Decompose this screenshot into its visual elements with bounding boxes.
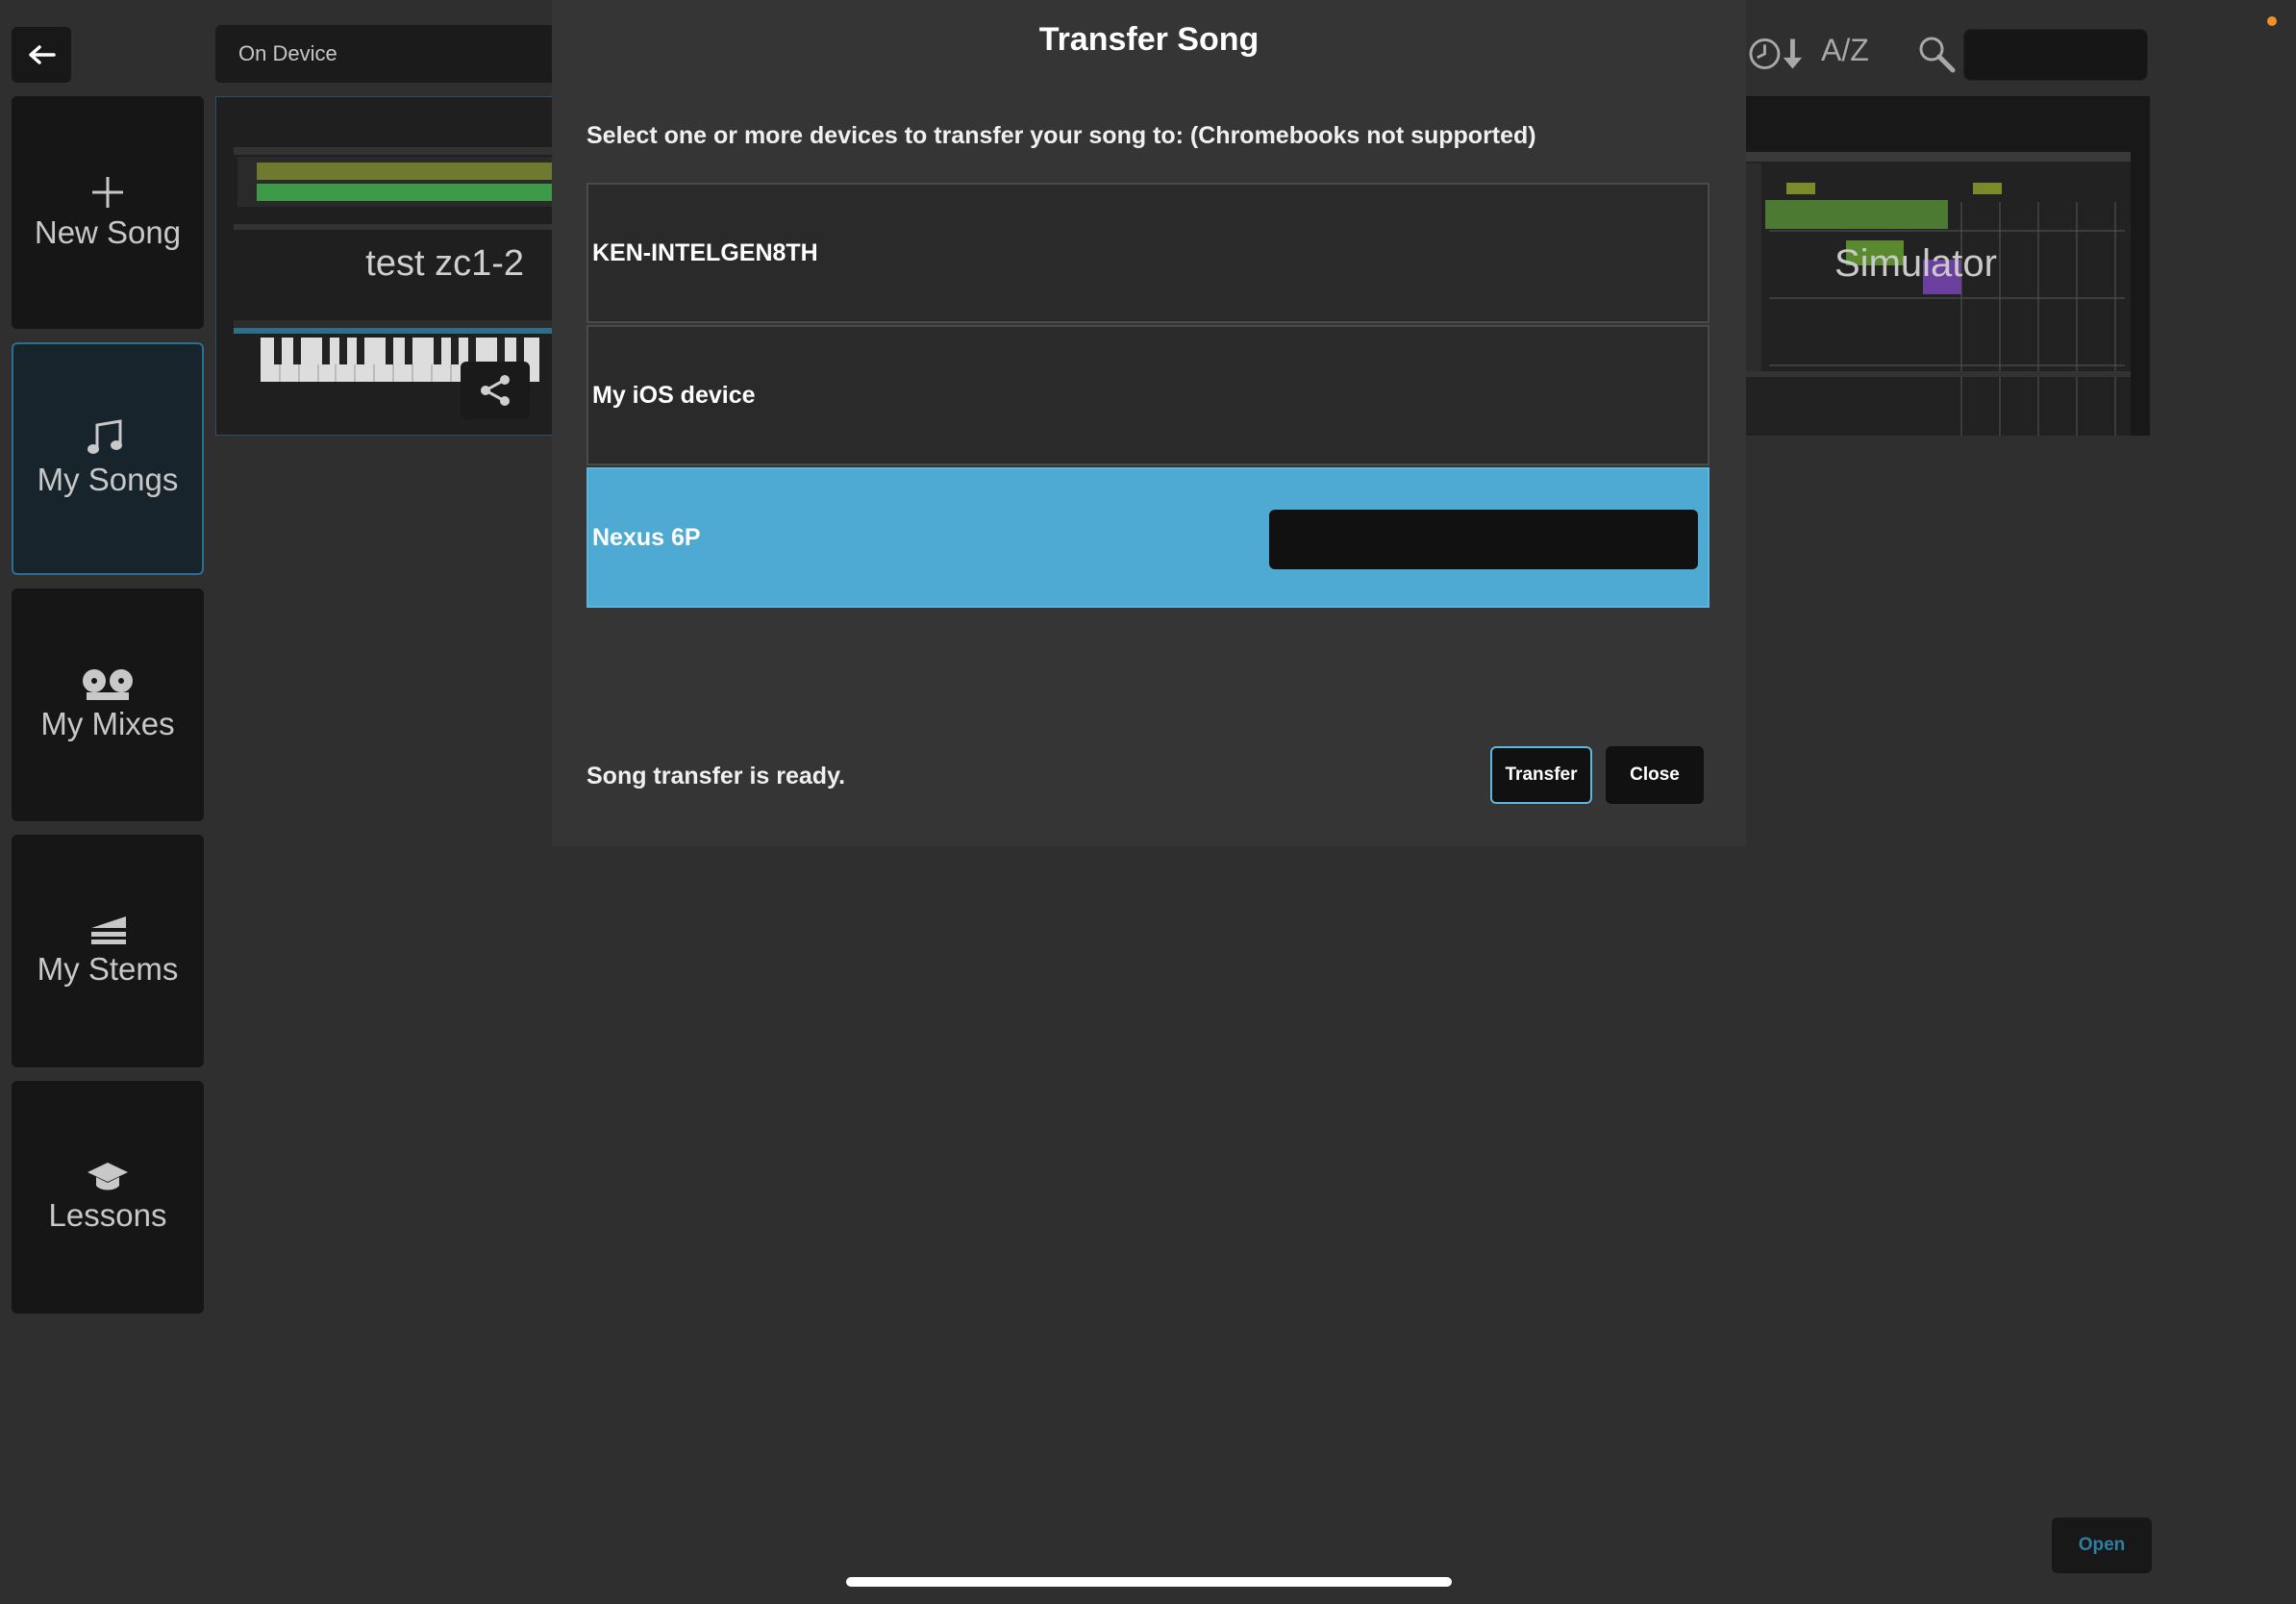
song-title: test zc1-2 [365, 243, 524, 284]
close-button[interactable]: Close [1606, 746, 1704, 804]
share-icon [481, 375, 510, 406]
sidebar-item-new-song[interactable]: New Song [12, 96, 204, 329]
search-button[interactable] [1917, 35, 1956, 73]
song-card[interactable]: Simulator [1711, 96, 2150, 436]
search-input[interactable] [1963, 29, 2148, 81]
tape-reels-icon [83, 669, 133, 700]
notification-dot [2267, 16, 2277, 26]
device-name: Nexus 6P [592, 523, 701, 551]
sidebar-item-my-songs[interactable]: My Songs [12, 342, 204, 575]
transfer-status: Song transfer is ready. [586, 763, 846, 789]
music-note-icon [87, 419, 122, 454]
sidebar-item-label: New Song [34, 214, 182, 250]
sidebar-item-label: Lessons [48, 1197, 167, 1233]
sidebar-item-my-stems[interactable]: My Stems [12, 835, 204, 1067]
transfer-song-dialog: Transfer Song Select one or more devices… [552, 0, 1746, 846]
sort-by-date-button[interactable] [1748, 35, 1806, 73]
open-button[interactable]: Open [2052, 1517, 2152, 1573]
dialog-title: Transfer Song [1038, 21, 1260, 58]
sidebar-item-my-mixes[interactable]: My Mixes [12, 589, 204, 821]
song-title: Simulator [1834, 242, 1997, 285]
sidebar-item-lessons[interactable]: Lessons [12, 1081, 204, 1314]
sort-az-label: A/Z [1821, 33, 1869, 67]
transfer-button[interactable]: Transfer [1490, 746, 1592, 804]
share-button[interactable] [461, 362, 530, 419]
device-detail-redacted [1269, 510, 1698, 569]
device-name: My iOS device [592, 381, 756, 409]
back-button[interactable] [12, 27, 71, 83]
plus-icon [92, 177, 123, 208]
home-indicator[interactable] [846, 1577, 1452, 1587]
clock-sort-down-icon [1749, 38, 1803, 69]
graduation-cap-icon [87, 1163, 128, 1190]
sidebar-item-label: My Songs [37, 462, 179, 497]
device-name: KEN-INTELGEN8TH [592, 238, 818, 266]
device-row[interactable]: KEN-INTELGEN8TH [586, 183, 1710, 323]
sort-alphabetical-button[interactable]: A/Z [1821, 33, 1869, 68]
location-label: On Device [238, 41, 337, 65]
device-row[interactable]: My iOS device [586, 325, 1710, 465]
device-row-selected[interactable]: Nexus 6P [586, 467, 1710, 608]
dialog-instruction: Select one or more devices to transfer y… [586, 122, 1536, 149]
stems-icon [91, 916, 126, 944]
sidebar-item-label: My Stems [37, 951, 179, 987]
arrow-left-icon [29, 45, 56, 64]
sidebar-item-label: My Mixes [40, 706, 175, 741]
magnifier-icon [1919, 37, 1956, 73]
